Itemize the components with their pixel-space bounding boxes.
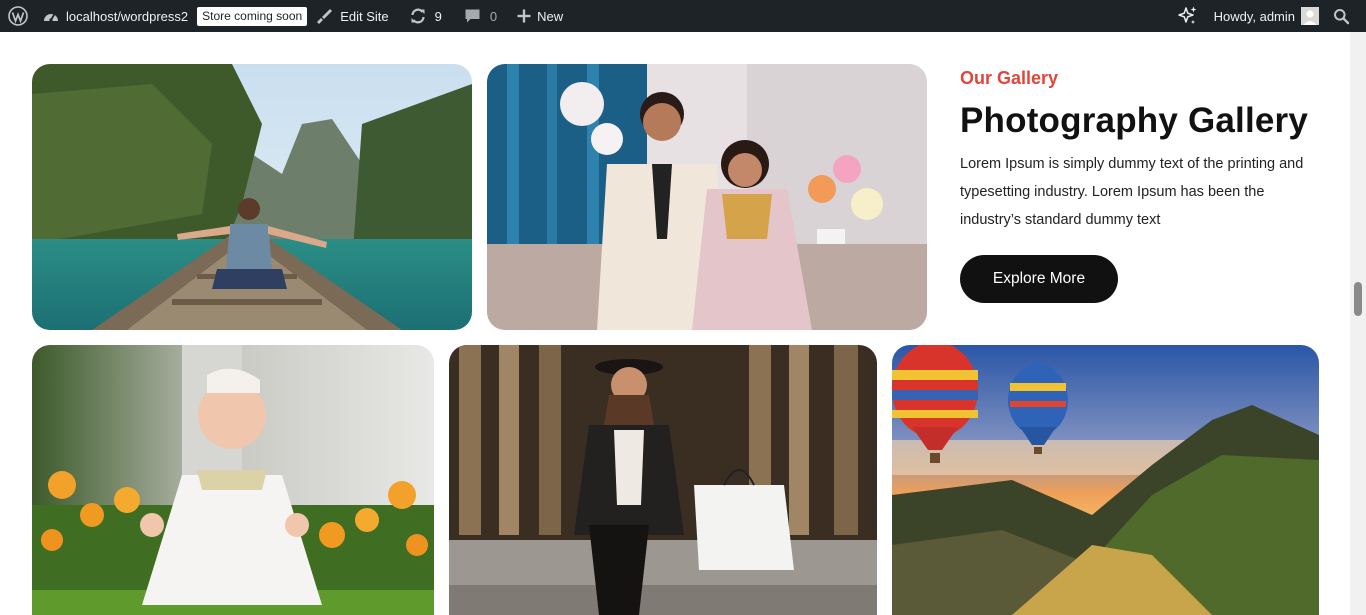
- sparkle-icon: [1177, 5, 1199, 27]
- explore-more-button[interactable]: Explore More: [960, 255, 1118, 303]
- admin-bar: localhost/wordpress2 Store coming soon E…: [0, 0, 1366, 32]
- gallery-photo-hot-air-balloons[interactable]: [892, 345, 1319, 615]
- paintbrush-icon: [314, 7, 334, 25]
- gallery-intro: Our Gallery Photography Gallery Lorem Ip…: [960, 66, 1330, 234]
- page-title: Photography Gallery: [960, 101, 1309, 140]
- section-description: Lorem Ipsum is simply dummy text of the …: [960, 156, 1304, 228]
- wordpress-icon: [7, 6, 28, 26]
- comments-link[interactable]: 0: [464, 0, 497, 32]
- wordpress-logo-menu[interactable]: [0, 0, 35, 32]
- ai-assistant-button[interactable]: [1177, 0, 1199, 32]
- page-scrollbar[interactable]: [1350, 32, 1366, 615]
- new-label: New: [537, 8, 564, 24]
- new-content-menu[interactable]: New: [517, 0, 563, 32]
- store-status-badge[interactable]: Store coming soon: [197, 6, 308, 26]
- scrollbar-thumb[interactable]: [1354, 282, 1362, 316]
- dashboard-gauge-icon: [42, 8, 60, 24]
- search-button[interactable]: [1333, 0, 1350, 32]
- account-menu[interactable]: Howdy, admin: [1214, 0, 1295, 32]
- section-eyebrow: Our Gallery: [960, 68, 1059, 88]
- refresh-icon: [409, 7, 427, 25]
- edit-site-link[interactable]: Edit Site: [314, 0, 389, 32]
- comment-bubble-icon: [464, 8, 481, 24]
- avatar[interactable]: [1301, 7, 1319, 25]
- updates-count: 9: [434, 8, 442, 24]
- comments-count: 0: [489, 8, 498, 24]
- site-name-menu[interactable]: localhost/wordpress2: [42, 0, 188, 32]
- gallery-photo-woman-on-boat[interactable]: [32, 64, 472, 330]
- gallery-photo-wedding-couple[interactable]: [487, 64, 927, 330]
- edit-site-label: Edit Site: [340, 8, 389, 24]
- gallery-photo-woman-with-shopping-bag[interactable]: [449, 345, 877, 615]
- site-url-label: localhost/wordpress2: [66, 8, 189, 24]
- updates-link[interactable]: 9: [409, 0, 442, 32]
- gallery-photo-baby-in-flowers[interactable]: [32, 345, 434, 615]
- plus-icon: [517, 9, 531, 23]
- howdy-label: Howdy, admin: [1213, 8, 1295, 24]
- search-icon: [1333, 8, 1350, 25]
